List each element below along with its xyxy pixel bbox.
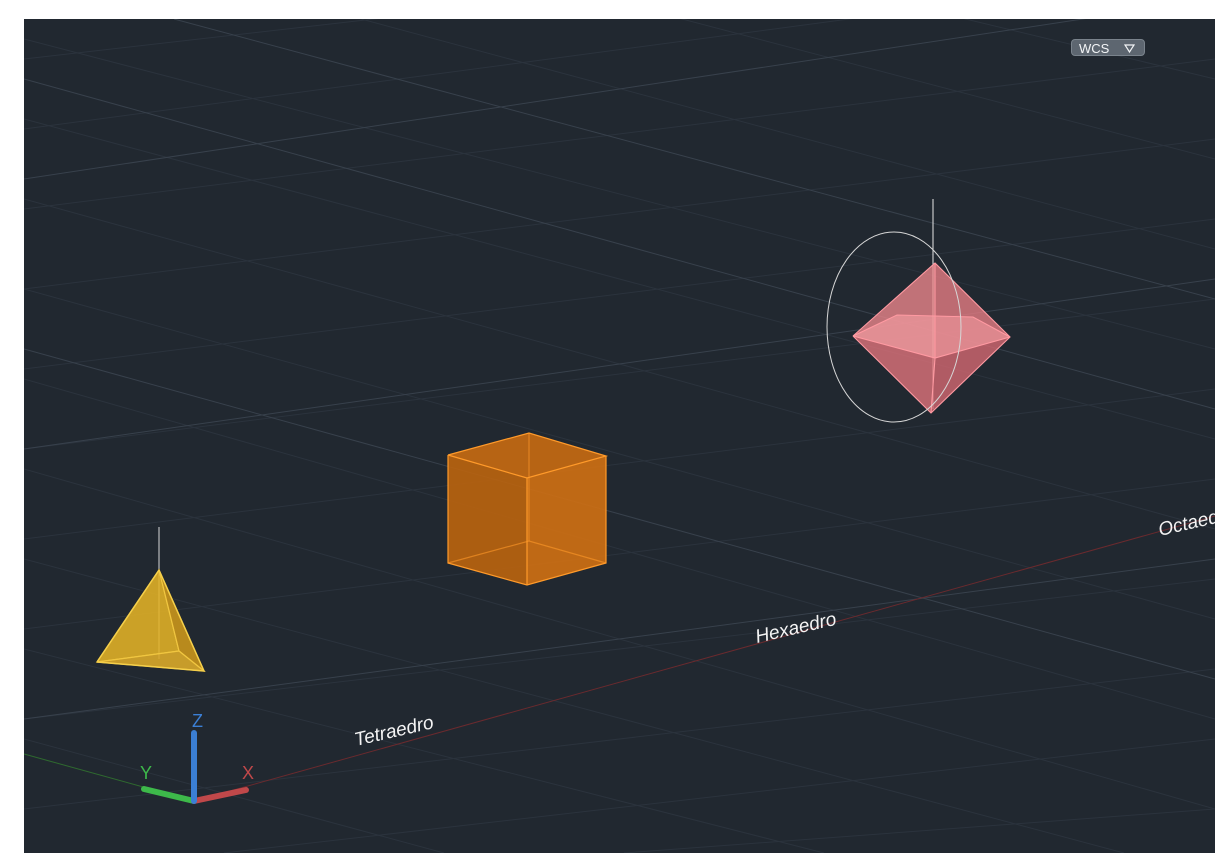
ucs-z-label: Z: [192, 711, 203, 731]
label-hexaedro: Hexaedro: [753, 609, 838, 648]
ucs-x-label: X: [242, 763, 254, 783]
wcs-dropdown-button[interactable]: WCS: [1071, 39, 1145, 56]
world-x-axis: [193, 515, 1215, 802]
ucs-y-label: Y: [140, 763, 152, 783]
ucs-x-arm: [191, 787, 249, 804]
3d-scene[interactable]: Tetraedro Hexaedro Octaedro Z Y X: [24, 19, 1215, 853]
hexahedron-solid[interactable]: [447, 432, 609, 586]
tetrahedron-solid[interactable]: [95, 527, 206, 672]
label-octaedro: Octaedro: [1156, 503, 1215, 541]
ucs-y-arm: [141, 786, 197, 804]
octahedron-solid[interactable]: [826, 199, 1011, 423]
ucs-icon[interactable]: Z Y X: [140, 711, 254, 804]
chevron-down-icon: [1124, 44, 1135, 53]
grid-major: [24, 19, 1215, 720]
drawing-viewport[interactable]: Tetraedro Hexaedro Octaedro Z Y X WCS: [24, 19, 1215, 853]
wcs-label: WCS: [1079, 41, 1110, 56]
